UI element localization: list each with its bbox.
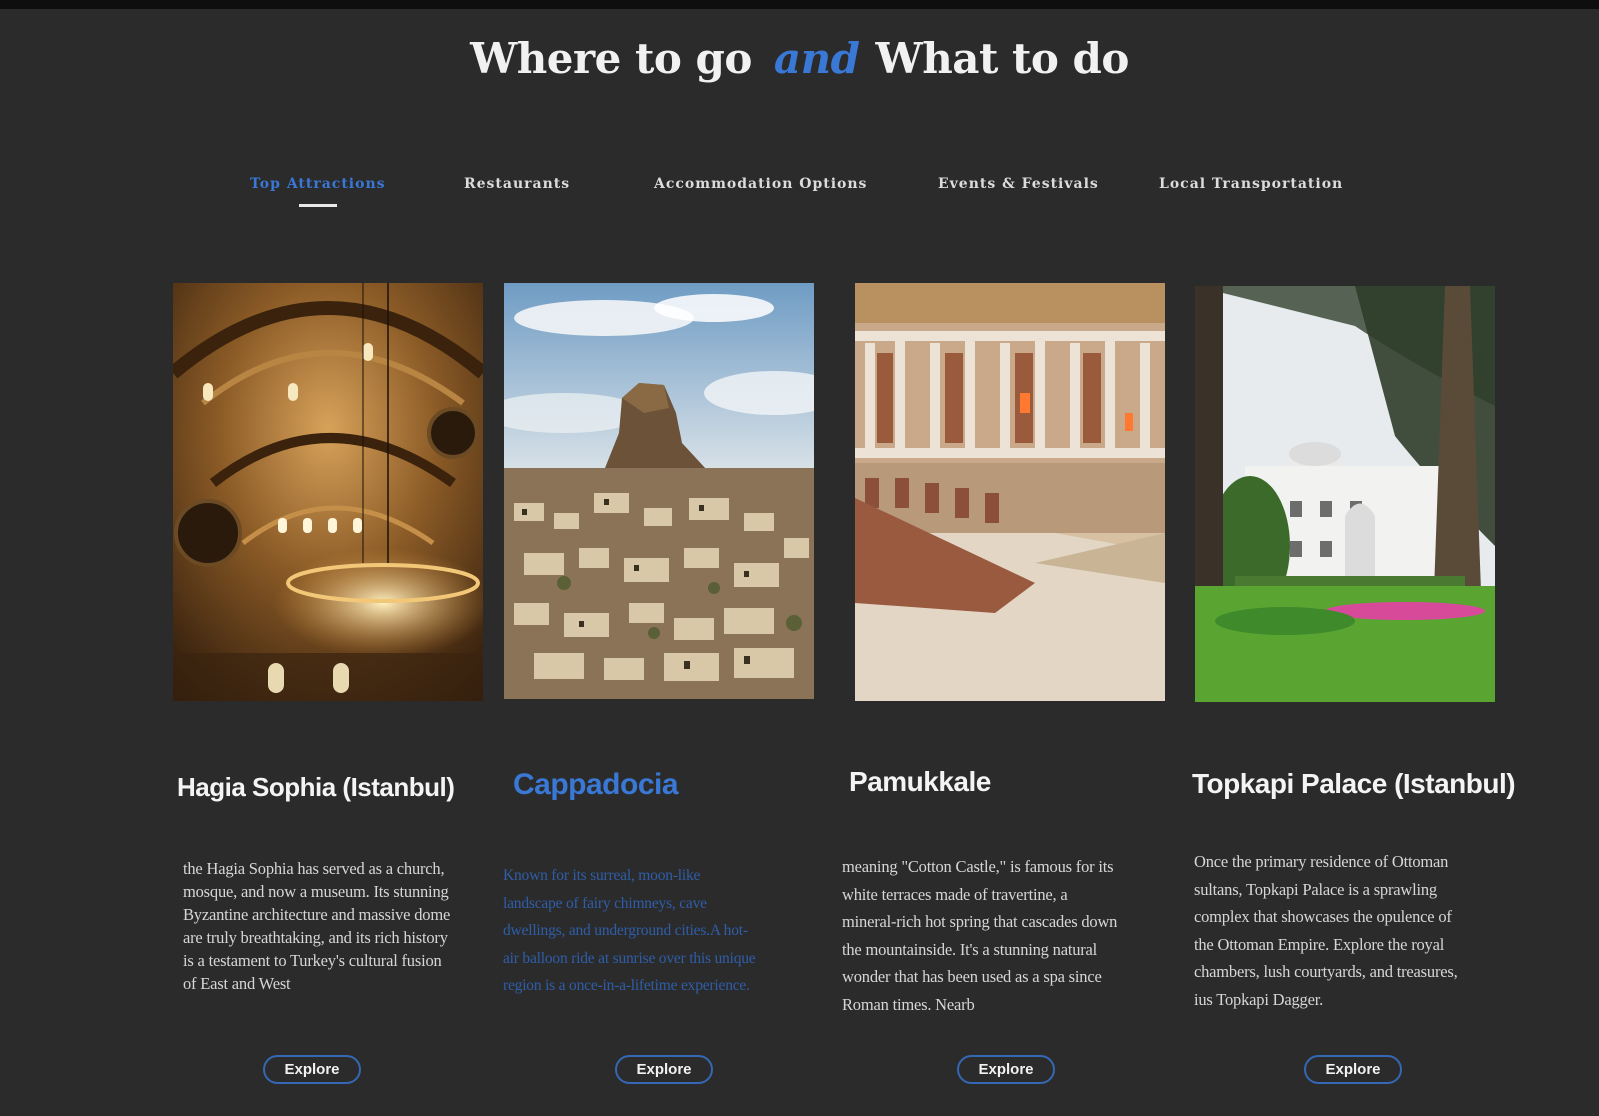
description-line: dwellings, and underground cities.A hot-	[503, 922, 748, 939]
description-line: the Hagia Sophia has served as a church,	[183, 859, 445, 878]
description-line: chambers, lush courtyards, and treasures…	[1194, 962, 1458, 981]
explore-button-topkapi-palace[interactable]: Explore	[1304, 1055, 1402, 1084]
card-description-cappadocia: Known for its surreal, moon-like landsca…	[503, 862, 823, 1000]
description-line: Once the primary residence of Ottoman	[1194, 852, 1449, 871]
description-line: is a testament to Turkey's cultural fusi…	[183, 951, 442, 970]
category-tabs: Top Attractions Restaurants Accommodatio…	[0, 176, 1599, 216]
tab-label: Local Transportation	[1159, 176, 1344, 192]
description-line: ius Topkapi Dagger.	[1194, 989, 1324, 1009]
card-description-pamukkale: meaning "Cotton Castle," is famous for i…	[842, 853, 1182, 1018]
description-line: white terraces made of travertine, a	[842, 884, 1068, 904]
explore-button-pamukkale[interactable]: Explore	[957, 1055, 1055, 1084]
description-line: the mountainside. It's a stunning natura…	[842, 939, 1098, 959]
description-line: air balloon ride at sunrise over this un…	[503, 949, 756, 967]
description-line: complex that showcases the opulence of	[1194, 907, 1452, 926]
tab-local-transportation[interactable]: Local Transportation	[1159, 176, 1343, 192]
tab-top-attractions[interactable]: Top Attractions	[250, 176, 386, 207]
description-line: Roman times. Nearb	[842, 994, 975, 1014]
top-bar	[0, 0, 1599, 9]
description-line: Known for its surreal, moon-like	[503, 867, 701, 884]
description-line: are truly breathtaking, and its rich his…	[183, 928, 448, 947]
card-description-hagia-sophia: the Hagia Sophia has served as a church,…	[183, 857, 493, 995]
title-part-2: What to do	[875, 34, 1130, 83]
tab-label: Top Attractions	[250, 176, 386, 192]
tab-label: Restaurants	[464, 176, 571, 192]
card-title-pamukkale[interactable]: Pamukkale	[849, 766, 991, 798]
description-line: mineral-rich hot spring that cascades do…	[842, 912, 1118, 931]
description-line: wonder that has been used as a spa since	[842, 967, 1102, 986]
card-title-cappadocia[interactable]: Cappadocia	[513, 768, 679, 802]
hagia-sophia-image[interactable]	[173, 283, 483, 701]
hagia-sophia-photo	[173, 283, 483, 701]
description-line: sultans, Topkapi Palace is a sprawling	[1194, 879, 1437, 899]
description-line: of East and West	[183, 974, 291, 993]
pamukkale-image[interactable]	[855, 283, 1165, 701]
tab-accommodation-options[interactable]: Accommodation Options	[654, 176, 867, 192]
card-title-topkapi-palace[interactable]: Topkapi Palace (Istanbul)	[1192, 768, 1516, 800]
card-description-topkapi-palace: Once the primary residence of Ottoman su…	[1194, 848, 1514, 1013]
title-and: and	[773, 34, 860, 83]
description-line: region is a once-in-a-lifetime experienc…	[503, 977, 750, 994]
topkapi-palace-photo	[1195, 286, 1495, 702]
description-line: landscape of fairy chimneys, cave	[503, 894, 707, 912]
tab-label: Events & Festivals	[938, 176, 1099, 192]
explore-button-hagia-sophia[interactable]: Explore	[263, 1055, 361, 1084]
cappadocia-photo	[504, 283, 814, 699]
tab-label: Accommodation Options	[654, 176, 868, 192]
explore-button-cappadocia[interactable]: Explore	[615, 1055, 713, 1084]
title-part-1: Where to go	[470, 34, 752, 83]
cappadocia-image[interactable]	[504, 283, 814, 699]
description-line: the Ottoman Empire. Explore the royal	[1194, 934, 1445, 954]
pamukkale-photo	[855, 283, 1165, 701]
description-line: Byzantine architecture and massive dome	[183, 905, 451, 924]
tab-events-festivals[interactable]: Events & Festivals	[938, 176, 1099, 192]
tab-restaurants[interactable]: Restaurants	[464, 176, 570, 192]
description-line: mosque, and now a museum. Its stunning	[183, 882, 449, 901]
topkapi-palace-image[interactable]	[1195, 286, 1495, 702]
page-title: Where to go and What to do	[0, 34, 1599, 83]
active-tab-underline	[298, 204, 337, 207]
card-title-hagia-sophia[interactable]: Hagia Sophia (Istanbul)	[177, 772, 455, 803]
description-line: meaning "Cotton Castle," is famous for i…	[842, 857, 1114, 876]
